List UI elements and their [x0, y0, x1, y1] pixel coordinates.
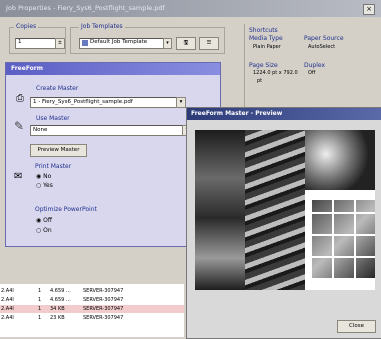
paper-source-label: Paper Source	[304, 35, 344, 42]
log-col-b: 1	[38, 315, 42, 321]
job-template-value: Default Job Template	[90, 39, 148, 45]
log-col-a: 2.A4l	[1, 306, 14, 312]
print-master-label: Print Master	[35, 163, 72, 170]
master-page-grid	[310, 200, 375, 280]
print-master-yes-label: Yes	[43, 182, 53, 189]
log-col-d: SERVER-307947	[83, 306, 124, 312]
manage-templates-button[interactable]: ☰	[199, 37, 219, 50]
print-master-no-radio[interactable]: ◉ No	[36, 173, 51, 180]
master-page-photo	[245, 130, 305, 290]
log-col-c: 4.659 ...	[50, 288, 71, 294]
log-col-c: 34 KB	[50, 306, 65, 312]
window-close-button[interactable]: ×	[363, 4, 375, 15]
use-master-select[interactable]: None	[30, 125, 184, 136]
copies-input[interactable]: 1	[15, 38, 57, 49]
use-master-label: Use Master	[36, 115, 70, 122]
preview-title: FreeForm Master - Preview	[191, 110, 283, 117]
freeform-header-label: FreeForm	[11, 65, 44, 72]
list-item[interactable]: 2.A4l 1 23 KB SERVER-307947	[0, 314, 184, 322]
optimize-powerpoint-label: Optimize PowerPoint	[35, 206, 97, 213]
preview-canvas	[195, 130, 375, 290]
print-master-yes-radio[interactable]: ○ Yes	[36, 182, 53, 189]
window-title: Job Properties - Fiery_Sys6_Postflight_s…	[6, 4, 165, 12]
print-master-no-label: No	[43, 173, 52, 180]
log-col-d: SERVER-307947	[83, 297, 124, 303]
list-item[interactable]: 2.A4l 1 4.659 ... SERVER-307947	[0, 296, 184, 304]
freeform-header[interactable]: FreeForm	[6, 63, 220, 75]
job-templates-label: Job Templates	[79, 23, 125, 30]
log-col-d: SERVER-307947	[83, 288, 124, 294]
create-master-select[interactable]: 1 - Fiery_Sys6_Postflight_sample.pdf	[30, 97, 179, 108]
optimize-off-label: Off	[43, 217, 53, 224]
copies-label: Copies	[14, 23, 39, 30]
shortcuts-title: Shortcuts	[249, 27, 278, 34]
log-col-a: 2.A4l	[1, 297, 14, 303]
template-icon	[82, 40, 88, 46]
optimize-on-label: On	[43, 227, 52, 234]
preview-titlebar: FreeForm Master - Preview	[187, 108, 381, 120]
log-col-a: 2.A4l	[1, 288, 14, 294]
log-col-c: 23 KB	[50, 315, 65, 321]
list-item[interactable]: 2.A4l 1 4.659 ... SERVER-307947	[0, 287, 184, 295]
window-titlebar: Job Properties - Fiery_Sys6_Postflight_s…	[0, 0, 381, 17]
master-page-texture	[305, 130, 375, 190]
log-col-b: 1	[38, 288, 42, 294]
shortcuts-panel: Shortcuts Media Type Plain Paper Paper S…	[244, 24, 375, 119]
log-col-b: 1	[38, 297, 42, 303]
job-log-list: 2.A4l 1 4.659 ... SERVER-307947 2.A4l 1 …	[0, 284, 184, 337]
list-item[interactable]: 2.A4l 1 34 KB SERVER-307947	[0, 305, 184, 313]
copies-group: Copies 1 ±	[9, 23, 66, 54]
log-col-d: SERVER-307947	[83, 315, 124, 321]
create-master-icon: ⎙	[16, 93, 24, 104]
use-master-icon: ✎	[14, 119, 25, 133]
media-type-label: Media Type	[249, 35, 283, 42]
optimize-off-radio[interactable]: ◉ Off	[36, 217, 52, 224]
media-type-value[interactable]: Plain Paper	[253, 44, 281, 50]
close-button[interactable]: Close	[337, 320, 376, 333]
optimize-on-radio[interactable]: ○ On	[36, 227, 52, 234]
job-templates-group: Job Templates Default Job Template ▾ 🖫 ☰	[70, 23, 225, 54]
paper-source-value[interactable]: AutoSelect	[308, 44, 335, 50]
duplex-value[interactable]: Off	[308, 70, 315, 76]
copies-stepper[interactable]: ±	[55, 38, 65, 49]
log-col-a: 2.A4l	[1, 315, 14, 321]
preview-window: FreeForm Master - Preview Close	[186, 107, 381, 339]
print-master-icon: ✉	[14, 171, 23, 182]
log-col-c: 4.659 ...	[50, 297, 71, 303]
create-master-label: Create Master	[36, 85, 79, 92]
save-template-button[interactable]: 🖫	[176, 37, 196, 50]
page-size-value[interactable]: 1224.0 pt x 792.0	[253, 70, 298, 76]
page-size-unit: pt	[257, 78, 263, 84]
chevron-down-icon[interactable]: ▾	[163, 38, 172, 49]
job-template-select[interactable]: Default Job Template	[79, 38, 171, 49]
master-page-image	[195, 130, 245, 290]
preview-master-button[interactable]: Preview Master	[30, 144, 87, 157]
page-size-label: Page Size	[249, 62, 278, 69]
chevron-down-icon[interactable]: ▾	[176, 97, 186, 108]
duplex-label: Duplex	[304, 62, 326, 69]
log-col-b: 1	[38, 306, 42, 312]
